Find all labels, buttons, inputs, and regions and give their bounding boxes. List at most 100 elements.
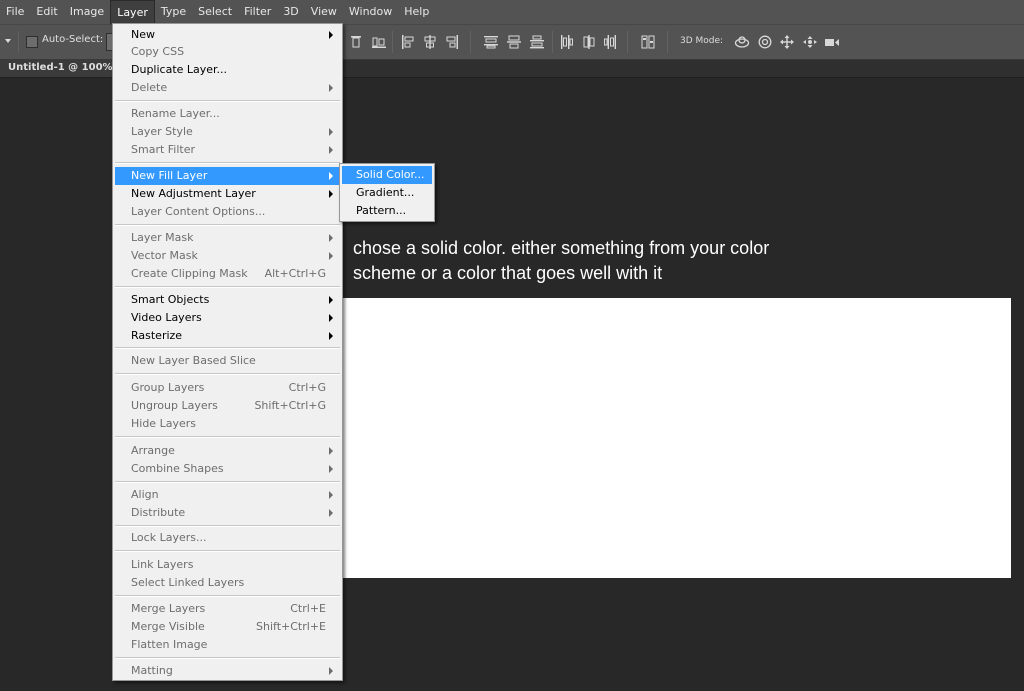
- menu-view[interactable]: View: [305, 0, 343, 24]
- menu-separator: [115, 525, 340, 527]
- menu-item-combine-shapes[interactable]: Combine Shapes: [115, 460, 340, 478]
- menu-type[interactable]: Type: [155, 0, 192, 24]
- auto-align-layers-icon[interactable]: [641, 35, 655, 49]
- align-left-icon[interactable]: [402, 35, 414, 49]
- menu-item-arrange[interactable]: Arrange: [115, 442, 340, 460]
- menu-separator: [115, 657, 340, 659]
- submenu-item-label: Gradient...: [356, 186, 415, 199]
- menu-item-select-linked-layers[interactable]: Select Linked Layers: [115, 574, 340, 592]
- menu-layer[interactable]: Layer: [110, 0, 155, 24]
- menu-item-label: Matting: [131, 664, 173, 677]
- align-vertical-center-icon[interactable]: [372, 35, 386, 49]
- menu-item-new-fill-layer[interactable]: New Fill Layer: [115, 167, 340, 185]
- document-tab[interactable]: Untitled-1 @ 100% (R: [0, 60, 112, 78]
- menu-item-shortcut: Ctrl+G: [288, 381, 326, 394]
- menu-item-vector-mask[interactable]: Vector Mask: [115, 247, 340, 265]
- document-canvas[interactable]: [343, 298, 1011, 578]
- menu-help[interactable]: Help: [398, 0, 435, 24]
- menu-item-merge-layers[interactable]: Merge Layers Ctrl+E: [115, 600, 340, 618]
- menu-item-copy-css[interactable]: Copy CSS: [115, 43, 340, 61]
- layer-menu-dropdown: New Copy CSS Duplicate Layer... Delete R…: [112, 23, 343, 681]
- menu-item-layer-style[interactable]: Layer Style: [115, 123, 340, 141]
- menu-item-label: Arrange: [131, 444, 175, 457]
- menu-window[interactable]: Window: [343, 0, 398, 24]
- menu-item-label: Flatten Image: [131, 638, 208, 651]
- menu-select[interactable]: Select: [192, 0, 238, 24]
- menu-item-label: Hide Layers: [131, 417, 196, 430]
- menu-item-ungroup-layers[interactable]: Ungroup Layers Shift+Ctrl+G: [115, 397, 340, 415]
- menu-item-shortcut: Shift+Ctrl+G: [254, 399, 326, 412]
- menu-item-label: Ungroup Layers: [131, 399, 218, 412]
- 3d-slide-icon[interactable]: [802, 35, 818, 49]
- menu-item-align[interactable]: Align: [115, 486, 340, 504]
- menu-item-layer-mask[interactable]: Layer Mask: [115, 229, 340, 247]
- menu-item-smart-filter[interactable]: Smart Filter: [115, 141, 340, 159]
- distribute-left-icon[interactable]: [561, 35, 573, 49]
- menu-item-hide-layers[interactable]: Hide Layers: [115, 415, 340, 433]
- menu-item-new-adjustment-layer[interactable]: New Adjustment Layer: [115, 185, 340, 203]
- menu-item-new-layer-based-slice[interactable]: New Layer Based Slice: [115, 352, 340, 370]
- menu-item-new[interactable]: New: [115, 26, 340, 44]
- submenu-arrow-icon: [329, 332, 333, 340]
- submenu-arrow-icon: [329, 252, 333, 260]
- menu-item-group-layers[interactable]: Group Layers Ctrl+G: [115, 379, 340, 397]
- menu-item-link-layers[interactable]: Link Layers: [115, 556, 340, 574]
- submenu-item-solid-color[interactable]: Solid Color...: [342, 166, 432, 184]
- menu-item-label: Rename Layer...: [131, 107, 220, 120]
- menu-item-label: Duplicate Layer...: [131, 63, 228, 76]
- menu-item-duplicate-layer[interactable]: Duplicate Layer...: [115, 61, 340, 79]
- divider: [392, 31, 393, 53]
- menu-item-layer-content-options[interactable]: Layer Content Options...: [115, 203, 340, 221]
- menu-item-flatten-image[interactable]: Flatten Image: [115, 636, 340, 654]
- 3d-roll-icon[interactable]: [758, 35, 772, 49]
- menu-item-distribute[interactable]: Distribute: [115, 504, 340, 522]
- annotation-line-1: chose a solid color. either something fr…: [353, 238, 770, 258]
- menu-separator: [115, 481, 340, 483]
- menu-bar: File Edit Image Layer Type Select Filter…: [0, 0, 1024, 24]
- menu-item-label: Merge Layers: [131, 602, 206, 615]
- menu-item-rename-layer[interactable]: Rename Layer...: [115, 105, 340, 123]
- submenu-item-pattern[interactable]: Pattern...: [342, 202, 432, 220]
- menu-item-label: Group Layers: [131, 381, 205, 394]
- submenu-arrow-icon: [329, 84, 333, 92]
- menu-item-video-layers[interactable]: Video Layers: [115, 309, 340, 327]
- menu-item-label: Align: [131, 488, 159, 501]
- submenu-item-gradient[interactable]: Gradient...: [342, 184, 432, 202]
- menu-3d[interactable]: 3D: [277, 0, 304, 24]
- menu-item-create-clipping-mask[interactable]: Create Clipping Mask Alt+Ctrl+G: [115, 265, 340, 283]
- menu-item-lock-layers[interactable]: Lock Layers...: [115, 529, 340, 547]
- align-top-icon[interactable]: [350, 35, 362, 49]
- distribute-horizontal-center-icon[interactable]: [583, 35, 595, 49]
- align-right-icon[interactable]: [446, 35, 458, 49]
- distribute-bottom-icon[interactable]: [530, 35, 544, 49]
- menu-item-label: New Adjustment Layer: [131, 187, 256, 200]
- 3d-rotate-icon[interactable]: [734, 35, 750, 49]
- submenu-arrow-icon: [329, 491, 333, 499]
- tutorial-annotation: chose a solid color. either something fr…: [353, 236, 853, 286]
- distribute-vertical-center-icon[interactable]: [507, 35, 521, 49]
- auto-select-checkbox[interactable]: [26, 36, 38, 48]
- menu-item-label: Link Layers: [131, 558, 194, 571]
- distribute-top-icon[interactable]: [484, 35, 498, 49]
- 3d-scale-icon[interactable]: [824, 35, 840, 49]
- tool-preset-dropdown-icon[interactable]: [5, 39, 11, 43]
- menu-filter[interactable]: Filter: [238, 0, 277, 24]
- menu-item-label: Copy CSS: [131, 45, 185, 58]
- menu-item-matting[interactable]: Matting: [115, 662, 340, 680]
- align-horizontal-center-icon[interactable]: [424, 35, 436, 49]
- menu-edit[interactable]: Edit: [30, 0, 63, 24]
- menu-item-delete[interactable]: Delete: [115, 79, 340, 97]
- menu-item-rasterize[interactable]: Rasterize: [115, 327, 340, 345]
- menu-item-label: Distribute: [131, 506, 186, 519]
- menu-image[interactable]: Image: [64, 0, 110, 24]
- document-tab-title: Untitled-1 @ 100% (R: [8, 62, 112, 73]
- menu-file[interactable]: File: [0, 0, 30, 24]
- submenu-item-label: Solid Color...: [356, 168, 425, 181]
- menu-item-smart-objects[interactable]: Smart Objects: [115, 291, 340, 309]
- menu-separator: [115, 436, 340, 438]
- 3d-pan-icon[interactable]: [780, 35, 794, 49]
- menu-item-label: Merge Visible: [131, 620, 205, 633]
- menu-item-merge-visible[interactable]: Merge Visible Shift+Ctrl+E: [115, 618, 340, 636]
- distribute-right-icon[interactable]: [604, 35, 616, 49]
- menu-item-label: Select Linked Layers: [131, 576, 245, 589]
